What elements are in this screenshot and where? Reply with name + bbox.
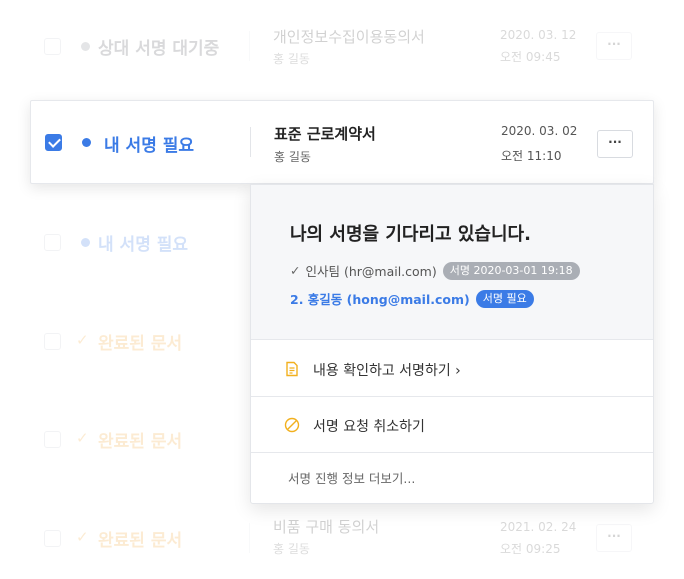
dot-icon (82, 138, 91, 147)
row-checkbox[interactable] (44, 234, 61, 251)
more-button[interactable]: ··· (596, 32, 632, 60)
check-icon: ✓ (76, 528, 89, 546)
status-label: 상대 서명 대기중 (98, 39, 220, 59)
document-time: 오전 09:45 (500, 50, 561, 64)
row-checkbox[interactable] (44, 333, 61, 350)
document-title: 비품 구매 동의서 (273, 518, 380, 536)
divider (250, 127, 251, 157)
signer-pending: 2. 홍길동 (hong@mail.com) 서명 필요 (290, 289, 534, 308)
document-date: 2020. 03. 02 (501, 124, 578, 138)
divider (249, 523, 250, 553)
check-icon: ✓ (290, 263, 301, 278)
document-time: 오전 11:10 (501, 149, 562, 163)
popup-heading: 나의 서명을 기다리고 있습니다. (290, 224, 531, 245)
status-label: 내 서명 필요 (98, 235, 189, 255)
document-date: 2021. 02. 24 (500, 520, 577, 534)
document-owner: 홍 길동 (274, 150, 311, 164)
review-and-sign-button[interactable]: 내용 확인하고 서명하기 › (251, 341, 653, 397)
cancel-request-button[interactable]: 서명 요청 취소하기 (251, 397, 653, 453)
signature-status-popup: 나의 서명을 기다리고 있습니다. ✓ 인사팀 (hr@mail.com) 서명… (250, 184, 654, 504)
status-label: 완료된 문서 (98, 531, 183, 551)
cancel-icon (284, 417, 300, 433)
document-title: 개인정보수집이용동의서 (273, 28, 425, 46)
more-button[interactable]: ··· (597, 130, 633, 158)
document-title[interactable]: 표준 근로계약서 (274, 123, 376, 144)
document-icon (286, 361, 298, 377)
action-label: 서명 요청 취소하기 (313, 419, 425, 435)
document-row-selected[interactable]: 내 서명 필요 표준 근로계약서 홍 길동 2020. 03. 02 오전 11… (30, 100, 654, 184)
more-info-link[interactable]: 서명 진행 정보 더보기... (288, 468, 415, 487)
row-checkbox-checked[interactable] (45, 134, 62, 151)
dot-icon (81, 42, 90, 51)
status-label: 완료된 문서 (98, 334, 183, 354)
document-row[interactable]: 상대 서명 대기중 개인정보수집이용동의서 홍 길동 2020. 03. 12 … (30, 6, 654, 86)
check-icon: ✓ (76, 429, 89, 447)
signature-status-panel: 나의 서명을 기다리고 있습니다. ✓ 인사팀 (hr@mail.com) 서명… (251, 185, 653, 340)
more-button[interactable]: ··· (596, 524, 632, 552)
document-row[interactable]: ✓ 완료된 문서 비품 구매 동의서 홍 길동 2021. 02. 24 오전 … (30, 498, 654, 578)
sign-needed-badge: 서명 필요 (475, 289, 534, 308)
status-label: 완료된 문서 (98, 432, 183, 452)
check-icon: ✓ (76, 331, 89, 349)
signer-completed: ✓ 인사팀 (hr@mail.com) 서명 2020-03-01 19:18 (290, 261, 580, 280)
signer-name: 인사팀 (hr@mail.com) (305, 264, 437, 279)
document-time: 오전 09:25 (500, 542, 561, 556)
signed-badge: 서명 2020-03-01 19:18 (442, 261, 580, 280)
signer-name: 2. 홍길동 (hong@mail.com) (290, 292, 470, 307)
document-owner: 홍 길동 (273, 52, 310, 66)
document-date: 2020. 03. 12 (500, 28, 577, 42)
dot-icon (81, 238, 90, 247)
document-owner: 홍 길동 (273, 542, 310, 556)
status-label: 내 서명 필요 (104, 136, 195, 156)
row-checkbox[interactable] (44, 431, 61, 448)
divider (249, 31, 250, 61)
row-checkbox[interactable] (44, 38, 61, 55)
action-label: 내용 확인하고 서명하기 › (313, 363, 461, 379)
row-checkbox[interactable] (44, 530, 61, 547)
